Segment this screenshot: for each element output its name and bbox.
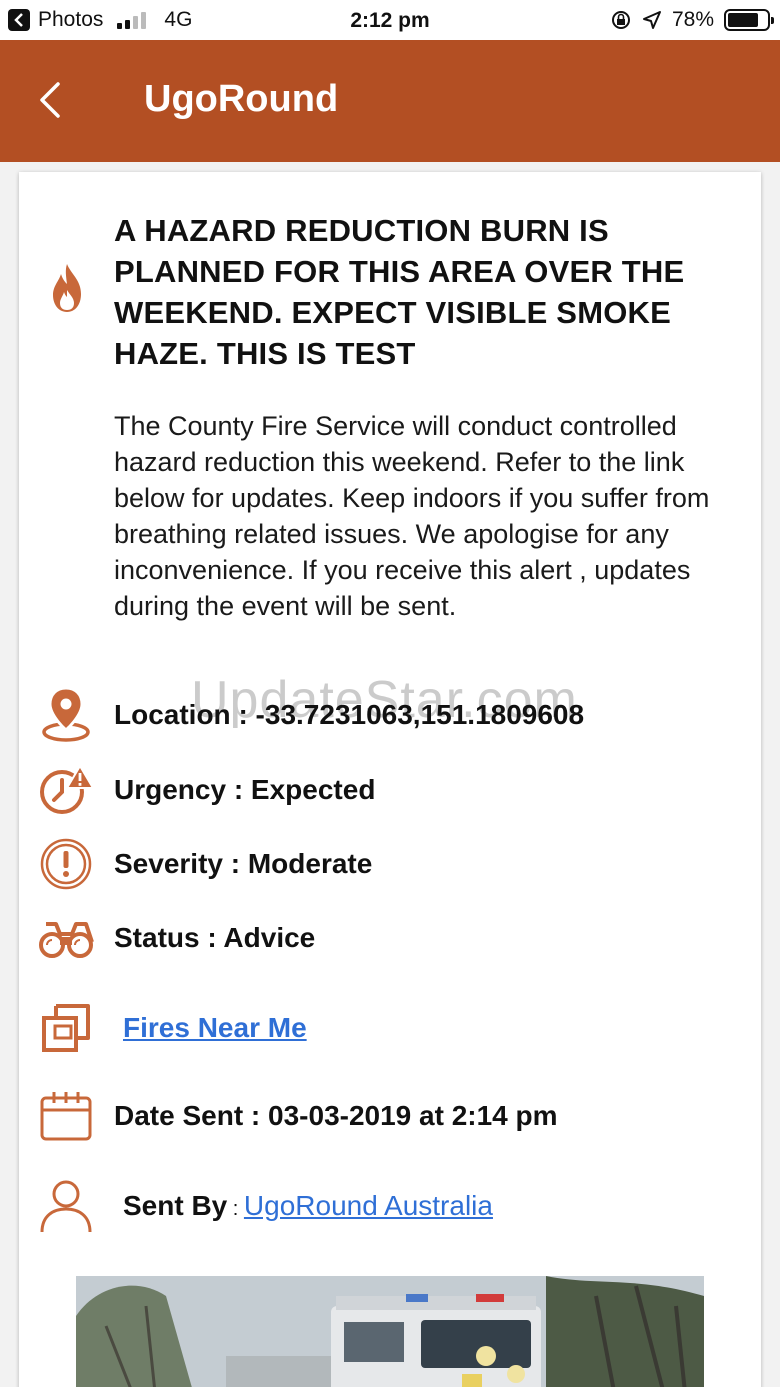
status-right: 78% bbox=[610, 0, 774, 40]
battery-icon bbox=[724, 9, 774, 31]
severity-row: Severity : Moderate bbox=[19, 834, 761, 894]
link-row: Fires Near Me bbox=[19, 998, 761, 1058]
status-text: Status : Advice bbox=[114, 922, 316, 953]
external-link-icon[interactable] bbox=[37, 998, 95, 1058]
alert-description: The County Fire Service will conduct con… bbox=[114, 411, 710, 621]
binoculars-icon bbox=[37, 908, 95, 968]
location-pin-icon bbox=[37, 685, 95, 745]
location-row: Location : -33.7231063,151.1809608 bbox=[19, 685, 761, 745]
alert-card: A HAZARD REDUCTION BURN IS PLANNED FOR T… bbox=[19, 172, 761, 1387]
alert-headline: A HAZARD REDUCTION BURN IS PLANNED FOR T… bbox=[114, 213, 685, 371]
fires-near-me-link[interactable]: Fires Near Me bbox=[123, 1012, 307, 1044]
nav-bar: UgoRound bbox=[0, 40, 780, 162]
sent-by-link[interactable]: UgoRound Australia bbox=[244, 1190, 493, 1221]
severity-alert-icon bbox=[37, 834, 95, 894]
battery-percent: 78% bbox=[671, 8, 714, 31]
fire-icon bbox=[49, 262, 85, 319]
urgency-clock-icon bbox=[37, 760, 95, 820]
sent-by-text: Sent By : UgoRound Australia bbox=[123, 1190, 493, 1222]
alert-photo bbox=[76, 1276, 704, 1387]
person-icon bbox=[37, 1176, 95, 1236]
location-text: Location : -33.7231063,151.1809608 bbox=[114, 699, 585, 730]
location-arrow-icon bbox=[642, 11, 661, 29]
sent-by-label: Sent By bbox=[123, 1190, 228, 1221]
sent-by-separator: : bbox=[227, 1198, 244, 1220]
status-row: Status : Advice bbox=[19, 908, 761, 968]
severity-text: Severity : Moderate bbox=[114, 848, 373, 879]
orientation-lock-icon bbox=[611, 11, 630, 29]
urgency-row: Urgency : Expected bbox=[19, 760, 761, 820]
nav-title: UgoRound bbox=[144, 78, 339, 120]
urgency-text: Urgency : Expected bbox=[114, 774, 376, 805]
battery-fill bbox=[728, 13, 758, 27]
status-bar: Photos 4G 2:12 pm 78% bbox=[0, 0, 780, 40]
back-button[interactable] bbox=[26, 76, 74, 124]
sent-by-row: Sent By : UgoRound Australia bbox=[19, 1176, 761, 1236]
date-sent-text: Date Sent : 03-03-2019 at 2:14 pm bbox=[114, 1100, 558, 1131]
chevron-left-icon bbox=[40, 82, 60, 118]
calendar-icon bbox=[37, 1086, 95, 1146]
date-sent-row: Date Sent : 03-03-2019 at 2:14 pm bbox=[19, 1086, 761, 1146]
